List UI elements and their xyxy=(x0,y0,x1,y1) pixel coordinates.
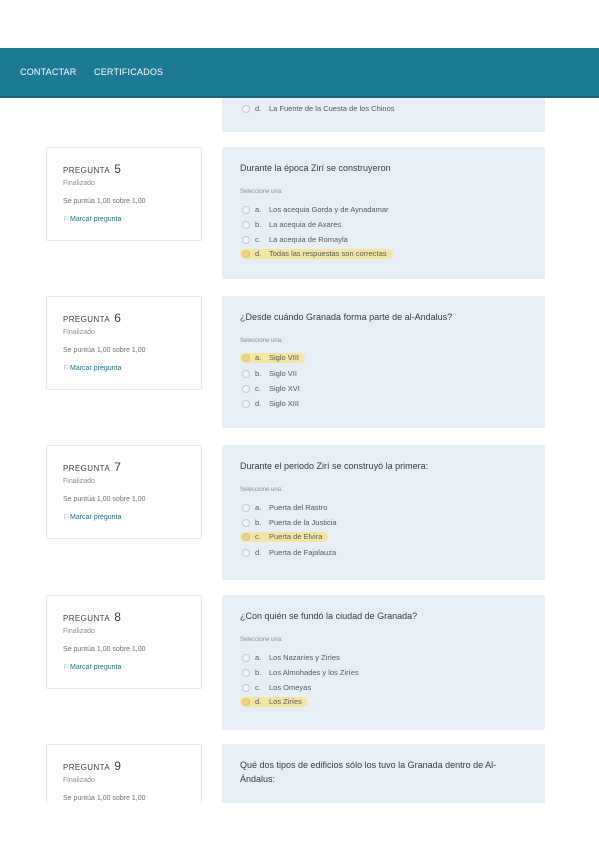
option-d-selected[interactable]: d. Todas las respuestas son correctas xyxy=(240,249,393,259)
radio-icon[interactable] xyxy=(242,683,250,692)
question-9-content: Qué dos tipos de edificios sólo los tuvo… xyxy=(222,744,545,803)
question-title: PREGUNTA 5 xyxy=(63,162,122,176)
question-number: 6 xyxy=(114,311,122,325)
option-d[interactable]: d. La Fuente de la Cuesta de los Chinos xyxy=(240,104,401,114)
nav-certificates-link[interactable]: CERTIFICADOS xyxy=(94,67,163,77)
question-grade: Se puntúa 1,00 sobre 1,00 xyxy=(63,198,146,205)
flag-question-link[interactable]: ⚐Marcar pregunta xyxy=(63,663,121,671)
option-c[interactable]: c. La acequia de Romayla xyxy=(240,235,354,245)
question-number: 5 xyxy=(114,162,122,176)
question-text: Qué dos tipos de edificios sólo los tuvo… xyxy=(240,760,497,784)
flag-question-link[interactable]: ⚐Marcar pregunta xyxy=(63,364,121,372)
radio-icon[interactable] xyxy=(242,532,250,541)
question-state: Finalizado xyxy=(63,777,95,784)
question-8-info: PREGUNTA 8 Finalizado Se puntúa 1,00 sob… xyxy=(46,595,202,689)
question-6-content: ¿Desde cuándo Granada forma parte de al-… xyxy=(222,296,545,428)
option-d-selected[interactable]: d. Los Ziríes xyxy=(240,697,308,707)
flag-icon: ⚐ xyxy=(63,664,70,671)
radio-icon[interactable] xyxy=(242,697,250,706)
radio-icon[interactable] xyxy=(242,384,250,393)
question-4-content: d. La Fuente de la Cuesta de los Chinos xyxy=(222,98,545,132)
question-text: ¿Desde cuándo Granada forma parte de al-… xyxy=(240,312,453,322)
question-grade: Se puntúa 1,00 sobre 1,00 xyxy=(63,795,146,802)
select-prompt: Seleccione una: xyxy=(240,338,283,344)
option-a[interactable]: a. Los acequia Gorda y de Aynadamar xyxy=(240,205,395,215)
quiz-review-area: d. La Fuente de la Cuesta de los Chinos P… xyxy=(0,98,599,803)
radio-icon[interactable] xyxy=(242,399,250,408)
question-number: 7 xyxy=(114,460,122,474)
radio-icon[interactable] xyxy=(242,369,250,378)
question-7-content: Durante el periodo Zirí se construyó la … xyxy=(222,445,545,580)
flag-question-link[interactable]: ⚐Marcar pregunta xyxy=(63,513,121,521)
radio-icon[interactable] xyxy=(242,353,250,362)
question-grade: Se puntúa 1,00 sobre 1,00 xyxy=(63,496,146,503)
question-6-info: PREGUNTA 6 Finalizado Se puntúa 1,00 sob… xyxy=(46,296,202,390)
option-b[interactable]: b. Siglo VII xyxy=(240,369,303,379)
question-number: 8 xyxy=(114,610,122,624)
radio-icon[interactable] xyxy=(242,503,250,512)
question-state: Finalizado xyxy=(63,628,95,635)
question-5-info: PREGUNTA 5 Finalizado Se puntúa 1,00 sob… xyxy=(46,147,202,241)
option-a[interactable]: a. Puerta del Rastro xyxy=(240,503,333,513)
select-prompt: Seleccione una: xyxy=(240,189,283,195)
option-b[interactable]: b. Los Almohades y los Ziríes xyxy=(240,668,365,678)
radio-icon[interactable] xyxy=(242,668,250,677)
radio-icon[interactable] xyxy=(242,518,250,527)
radio-icon[interactable] xyxy=(242,235,250,244)
option-d[interactable]: d. Siglo XIII xyxy=(240,399,305,409)
radio-icon[interactable] xyxy=(242,548,250,557)
question-state: Finalizado xyxy=(63,329,95,336)
question-9-info: PREGUNTA 9 Finalizado Se puntúa 1,00 sob… xyxy=(46,744,202,803)
question-title: PREGUNTA 6 xyxy=(63,311,122,325)
question-5-content: Durante la época Zirí se construyeron Se… xyxy=(222,147,545,279)
question-state: Finalizado xyxy=(63,478,95,485)
question-number: 9 xyxy=(114,759,122,773)
question-text: Durante la época Zirí se construyeron xyxy=(240,163,391,173)
radio-icon[interactable] xyxy=(242,220,250,229)
radio-icon[interactable] xyxy=(242,249,250,258)
radio-icon[interactable] xyxy=(242,104,250,113)
option-c-selected[interactable]: c. Puerta de Elvira xyxy=(240,532,329,542)
top-navbar: CONTACTAR CERTIFICADOS xyxy=(0,48,599,98)
question-grade: Se puntúa 1,00 sobre 1,00 xyxy=(63,646,146,653)
option-c[interactable]: c. Siglo XVI xyxy=(240,384,306,394)
question-grade: Se puntúa 1,00 sobre 1,00 xyxy=(63,347,146,354)
question-7-info: PREGUNTA 7 Finalizado Se puntúa 1,00 sob… xyxy=(46,445,202,539)
option-b[interactable]: b. Puerta de la Justicia xyxy=(240,518,343,528)
flag-icon: ⚐ xyxy=(63,216,70,223)
question-title: PREGUNTA 8 xyxy=(63,610,122,624)
question-title: PREGUNTA 9 xyxy=(63,759,122,773)
option-c[interactable]: c. Los Omeyas xyxy=(240,683,317,693)
question-title: PREGUNTA 7 xyxy=(63,460,122,474)
flag-icon: ⚐ xyxy=(63,514,70,521)
select-prompt: Seleccione una: xyxy=(240,637,283,643)
option-a[interactable]: a. Los Nazaríes y Ziríes xyxy=(240,653,346,663)
select-prompt: Seleccione una: xyxy=(240,487,283,493)
flag-icon: ⚐ xyxy=(63,365,70,372)
question-8-content: ¿Con quién se fundó la ciudad de Granada… xyxy=(222,595,545,730)
radio-icon[interactable] xyxy=(242,653,250,662)
radio-icon[interactable] xyxy=(242,205,250,214)
question-text: ¿Con quién se fundó la ciudad de Granada… xyxy=(240,611,418,621)
nav-contact-link[interactable]: CONTACTAR xyxy=(20,67,76,77)
option-d[interactable]: d. Puerta de Fajalauza xyxy=(240,548,342,558)
question-text: Durante el periodo Zirí se construyó la … xyxy=(240,461,429,471)
flag-question-link[interactable]: ⚐Marcar pregunta xyxy=(63,215,121,223)
option-a-selected[interactable]: a. Siglo VIII xyxy=(240,353,306,363)
option-b[interactable]: b. La acequia de Axares xyxy=(240,220,347,230)
question-state: Finalizado xyxy=(63,180,95,187)
